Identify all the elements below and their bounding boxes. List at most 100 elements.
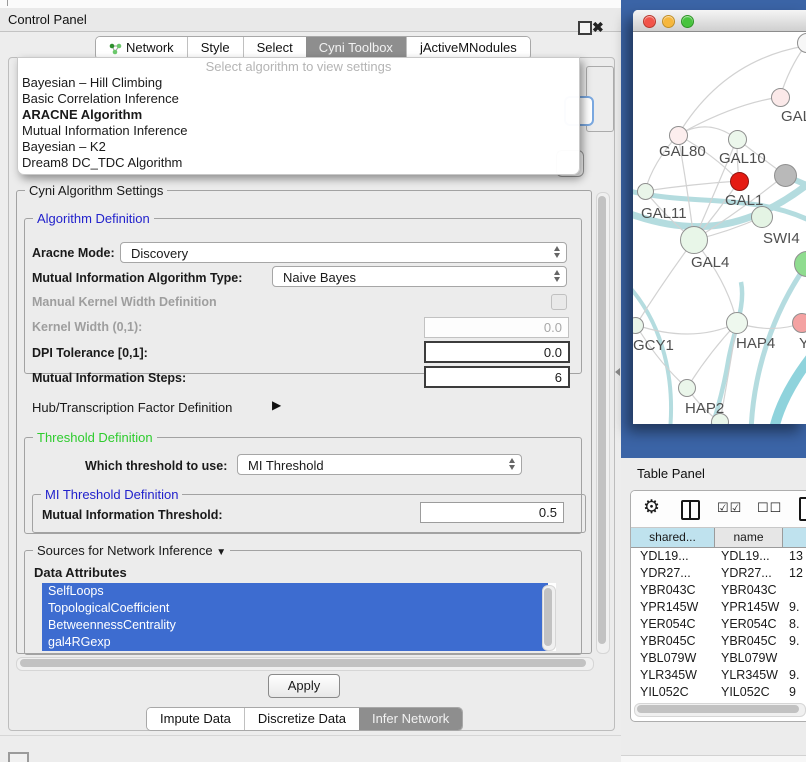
algorithm-dropdown-popup: Select algorithm to view settings Bayesi… xyxy=(17,57,580,175)
combobox-value: MI Threshold xyxy=(248,458,324,473)
attribute-item-selected[interactable]: SelfLoops xyxy=(42,583,548,600)
table-row[interactable]: YER054C YER054C 8. xyxy=(631,616,806,633)
which-threshold-label: Which threshold to use: xyxy=(85,459,227,473)
cell-shared-name: YBR043C xyxy=(631,582,715,599)
node-gal1[interactable] xyxy=(730,172,749,191)
table-row[interactable]: YDL19... YDL19... 13 xyxy=(631,548,806,565)
mi-type-combobox[interactable]: Naive Bayes xyxy=(272,266,567,287)
minimize-traffic-icon[interactable] xyxy=(662,15,675,28)
network-icon xyxy=(109,42,122,55)
tab-label: Impute Data xyxy=(160,708,231,730)
table-row[interactable]: YBL079W YBL079W xyxy=(631,650,806,667)
data-attributes-label: Data Attributes xyxy=(34,565,127,580)
node-hap2[interactable] xyxy=(678,379,696,397)
settings-vscrollbar[interactable] xyxy=(596,192,610,654)
cell-shared-name: YBL079W xyxy=(631,650,715,667)
tab-discretize-data[interactable]: Discretize Data xyxy=(244,708,359,730)
attribute-item-selected[interactable]: BetweennessCentrality xyxy=(42,617,548,634)
dropdown-item[interactable]: Basic Correlation Inference xyxy=(18,91,579,107)
expand-arrow-icon[interactable]: ▶ xyxy=(272,398,281,412)
select-all-icon[interactable]: ☑☑ xyxy=(717,500,742,516)
dropdown-item[interactable]: Mutual Information Inference xyxy=(18,123,579,139)
scrollbar-thumb[interactable] xyxy=(598,196,606,644)
tab-jactivemnodules[interactable]: jActiveMNodules xyxy=(406,37,530,59)
tab-network[interactable]: Network xyxy=(96,37,187,59)
node-label: SWI4 xyxy=(763,230,800,247)
network-canvas[interactable]: GAL GAL80 GAL10 GAL1 GAL11 SWI4 GAL4 GCY… xyxy=(633,32,806,424)
close-traffic-icon[interactable] xyxy=(643,15,656,28)
network-window-titlebar[interactable] xyxy=(633,10,806,32)
apply-button[interactable]: Apply xyxy=(268,674,340,698)
tab-cyni-toolbox[interactable]: Cyni Toolbox xyxy=(306,37,406,59)
tab-label: Infer Network xyxy=(372,708,449,730)
kernel-width-label: Kernel Width (0,1): xyxy=(32,320,142,334)
mi-steps-field[interactable]: 6 xyxy=(424,366,570,388)
dock-panel-icon[interactable] xyxy=(8,752,29,762)
column-header-name[interactable]: name xyxy=(715,528,783,548)
table-row-clipped[interactable]: YIL052C YIL052C 9 xyxy=(631,684,806,701)
dropdown-item[interactable]: Bayesian – K2 xyxy=(18,139,579,155)
dpi-tolerance-label: DPI Tolerance [0,1]: xyxy=(32,346,148,360)
gear-icon[interactable]: ⚙ xyxy=(643,496,660,519)
node-gray[interactable] xyxy=(774,164,797,187)
mi-threshold-field[interactable]: 0.5 xyxy=(420,502,564,523)
node-swi4[interactable] xyxy=(751,206,773,228)
columns-icon[interactable] xyxy=(681,500,700,520)
tab-label: Discretize Data xyxy=(258,708,346,730)
dropdown-item[interactable]: Bayesian – Hill Climbing xyxy=(18,75,579,91)
tab-impute-data[interactable]: Impute Data xyxy=(147,708,244,730)
which-threshold-combobox[interactable]: MI Threshold xyxy=(237,454,522,475)
close-icon[interactable]: ✖ xyxy=(592,18,604,36)
table-row[interactable]: YDR27... YDR27... 12 xyxy=(631,565,806,582)
dropdown-item[interactable]: Dream8 DC_TDC Algorithm xyxy=(18,155,579,171)
column-header-clipped[interactable]: A xyxy=(783,528,806,548)
column-header-shared-name[interactable]: shared... xyxy=(631,528,715,548)
settings-hscrollbar[interactable] xyxy=(16,657,594,671)
table-row[interactable]: YPR145W YPR145W 9. xyxy=(631,599,806,616)
zoom-traffic-icon[interactable] xyxy=(681,15,694,28)
network-view-window[interactable]: GAL GAL80 GAL10 GAL1 GAL11 SWI4 GAL4 GCY… xyxy=(633,10,806,424)
cyni-bottom-tabbar: Impute Data Discretize Data Infer Networ… xyxy=(146,707,463,731)
node-label: GAL1 xyxy=(725,192,763,209)
panel-bottom-border xyxy=(0,735,621,736)
scrollbar-thumb[interactable] xyxy=(544,588,552,646)
data-attributes-list[interactable]: SelfLoops TopologicalCoefficient Between… xyxy=(42,583,556,651)
node-gal4[interactable] xyxy=(680,226,708,254)
scrollbar-thumb[interactable] xyxy=(20,659,586,667)
tab-style[interactable]: Style xyxy=(187,37,243,59)
manual-kernel-checkbox[interactable] xyxy=(551,294,567,310)
attributes-vscrollbar[interactable] xyxy=(542,585,556,651)
cell-name: YBR045C xyxy=(715,633,783,650)
panel-divider-handle[interactable] xyxy=(615,368,620,376)
combobox-value: Naive Bayes xyxy=(283,270,356,285)
cell-shared-name: YBR045C xyxy=(631,633,715,650)
node-label: GAL80 xyxy=(659,143,706,160)
tab-infer-network[interactable]: Infer Network xyxy=(359,708,462,730)
table-row[interactable]: YLR345W YLR345W 9. xyxy=(631,667,806,684)
tab-select[interactable]: Select xyxy=(243,37,306,59)
hub-definition-label[interactable]: Hub/Transcription Factor Definition xyxy=(32,400,232,415)
float-window-icon[interactable] xyxy=(578,21,592,35)
dpi-tolerance-field[interactable]: 0.0 xyxy=(424,341,570,363)
table-row[interactable]: YBR043C YBR043C xyxy=(631,582,806,599)
aracne-mode-label: Aracne Mode: xyxy=(32,246,115,260)
dropdown-item-selected[interactable]: ARACNE Algorithm xyxy=(18,107,579,123)
tab-label: Select xyxy=(257,37,293,59)
deselect-all-icon[interactable]: ☐☐ xyxy=(757,500,782,516)
collapse-arrow-icon[interactable]: ▼ xyxy=(216,547,226,558)
table-hscrollbar[interactable] xyxy=(634,703,806,717)
node-gal-clipped[interactable] xyxy=(771,88,790,107)
node-hap4[interactable] xyxy=(726,312,748,334)
node-salmon-right[interactable] xyxy=(792,313,806,333)
file-icon[interactable] xyxy=(799,497,806,521)
node-gal10[interactable] xyxy=(728,130,747,149)
attribute-item-selected[interactable]: gal4RGexp xyxy=(42,634,548,651)
aracne-mode-combobox[interactable]: Discovery xyxy=(120,242,567,263)
node-gal11[interactable] xyxy=(637,183,654,200)
scrollbar-thumb[interactable] xyxy=(637,705,799,713)
table-row[interactable]: YBR045C YBR045C 9. xyxy=(631,633,806,650)
attribute-item-selected[interactable]: TopologicalCoefficient xyxy=(42,600,548,617)
table-window: ⚙ ☑☑ ☐☐ shared... name A YDL19... YDL19.… xyxy=(630,490,806,722)
cell-name: YBL079W xyxy=(715,650,783,667)
sources-title: Sources for Network Inference xyxy=(37,543,213,558)
